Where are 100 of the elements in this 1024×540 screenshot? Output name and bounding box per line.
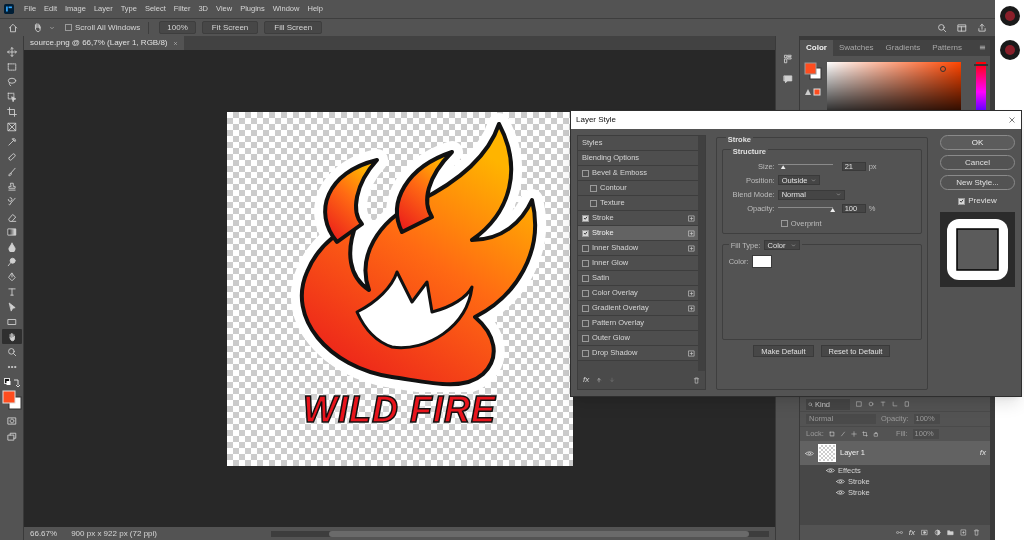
share-icon[interactable] (977, 22, 987, 33)
mask-icon[interactable] (921, 529, 928, 536)
dialog-button[interactable]: OK (940, 135, 1015, 150)
dodge-tool-icon[interactable] (6, 256, 17, 267)
dialog-button[interactable]: Cancel (940, 155, 1015, 170)
screen-mode-icon[interactable] (6, 432, 17, 442)
move-tool-icon[interactable] (6, 46, 17, 57)
add-icon[interactable] (687, 349, 695, 357)
arrow-select-tool-icon[interactable] (6, 301, 17, 312)
lasso-tool-icon[interactable] (6, 76, 17, 87)
view-button[interactable]: Fit Screen (201, 21, 259, 34)
eyedropper-tool-icon[interactable] (6, 136, 17, 147)
fx-button[interactable]: fx (583, 374, 590, 386)
marquee-tool-icon[interactable] (6, 61, 17, 72)
document-tab[interactable]: source.png @ 66,7% (Layer 1, RGB/8) (24, 36, 184, 50)
eye-icon[interactable] (836, 477, 845, 486)
zoom-tool-icon[interactable] (6, 346, 17, 357)
panel-tab[interactable]: Color (800, 40, 833, 56)
zoom-level: 66.67% (30, 527, 58, 540)
add-icon[interactable] (687, 289, 695, 297)
slider[interactable] (777, 162, 833, 171)
checkbox[interactable] (590, 184, 597, 192)
add-icon[interactable] (687, 214, 695, 222)
pen-tool-icon[interactable] (6, 271, 17, 282)
panel-tab[interactable]: Swatches (832, 40, 880, 56)
checkbox[interactable] (582, 319, 589, 327)
close-icon[interactable] (1008, 116, 1016, 124)
rectangle-tool-icon[interactable] (6, 316, 17, 327)
add-icon[interactable] (687, 229, 695, 237)
checkbox[interactable] (958, 197, 966, 205)
default-colors-icon[interactable] (3, 378, 20, 388)
new-layer-icon[interactable] (960, 529, 967, 536)
checkbox[interactable] (582, 289, 589, 297)
checkbox[interactable] (780, 219, 788, 227)
slider-thumb[interactable] (830, 207, 836, 212)
trash-icon[interactable] (973, 529, 980, 536)
hue-slider-marker[interactable] (974, 63, 988, 66)
preview-label: Preview (968, 195, 997, 207)
stamp-tool-icon[interactable] (6, 181, 17, 192)
hand-tool-icon[interactable] (6, 331, 17, 342)
panel-tab[interactable]: Gradients (879, 40, 927, 56)
view-button[interactable]: Fill Screen (264, 21, 323, 34)
checkbox[interactable] (65, 24, 72, 31)
search-icon[interactable] (937, 22, 947, 33)
color-swatch[interactable] (751, 255, 772, 268)
gamut-warning-icon[interactable] (804, 88, 822, 96)
type-tool-icon[interactable] (6, 286, 17, 297)
move-up-icon[interactable] (596, 377, 603, 383)
checkbox[interactable] (582, 259, 589, 267)
horizontal-scrollbar[interactable] (271, 530, 769, 537)
quick-mask-icon[interactable] (6, 416, 17, 426)
caret-icon[interactable] (49, 24, 55, 31)
fx-icon: fx (979, 447, 986, 459)
dialog-button[interactable]: New Style... (940, 175, 1015, 190)
hand-icon[interactable] (32, 22, 43, 33)
folder-icon[interactable] (947, 529, 954, 536)
checkbox[interactable] (582, 169, 589, 177)
add-icon[interactable] (687, 304, 695, 312)
slider-thumb[interactable] (780, 165, 786, 170)
comment-icon[interactable] (782, 74, 793, 84)
eraser-tool-icon[interactable] (6, 211, 17, 222)
adjustment-icon[interactable] (934, 529, 941, 536)
app-logo-icon (4, 4, 14, 14)
checkbox[interactable] (590, 199, 597, 207)
caret-icon (810, 177, 816, 183)
checkbox[interactable] (582, 229, 589, 237)
checkbox[interactable] (582, 214, 589, 222)
eye-icon[interactable] (826, 466, 835, 475)
checkbox[interactable] (582, 349, 589, 357)
workspace-icon[interactable] (957, 22, 967, 33)
color-swatches-icon[interactable] (1, 390, 22, 410)
view-button[interactable]: 100% (159, 21, 196, 34)
eye-icon[interactable] (805, 448, 814, 458)
eye-icon[interactable] (836, 488, 845, 497)
checkbox[interactable] (582, 244, 589, 252)
brush-tool-icon[interactable] (6, 166, 17, 177)
layer-filter-icon[interactable] (880, 401, 886, 407)
gradient-tool-icon[interactable] (6, 226, 17, 237)
bandage-tool-icon[interactable] (6, 151, 17, 162)
panel-menu-icon[interactable] (979, 44, 986, 51)
slider[interactable] (777, 204, 833, 213)
trash-icon[interactable] (692, 376, 700, 384)
home-icon[interactable] (8, 22, 18, 33)
checkbox[interactable] (582, 274, 589, 282)
crop-tool-icon[interactable] (6, 106, 17, 117)
color-swatches-icon[interactable] (804, 62, 822, 80)
history-brush-tool-icon[interactable] (6, 196, 17, 207)
link-icon[interactable] (895, 529, 903, 536)
checkbox[interactable] (582, 334, 589, 342)
properties-icon[interactable] (782, 54, 793, 64)
panel-tab[interactable]: Patterns (926, 40, 969, 56)
drop-tool-icon[interactable] (6, 241, 17, 252)
add-icon[interactable] (687, 244, 695, 252)
frame-tool-icon[interactable] (6, 121, 17, 132)
fx-button[interactable]: fx (908, 526, 915, 539)
scrollbar[interactable] (697, 136, 705, 371)
checkbox[interactable] (582, 304, 589, 312)
avatar-icon[interactable] (999, 40, 1020, 60)
object-select-tool-icon[interactable] (6, 91, 17, 102)
avatar-icon[interactable] (999, 6, 1020, 26)
